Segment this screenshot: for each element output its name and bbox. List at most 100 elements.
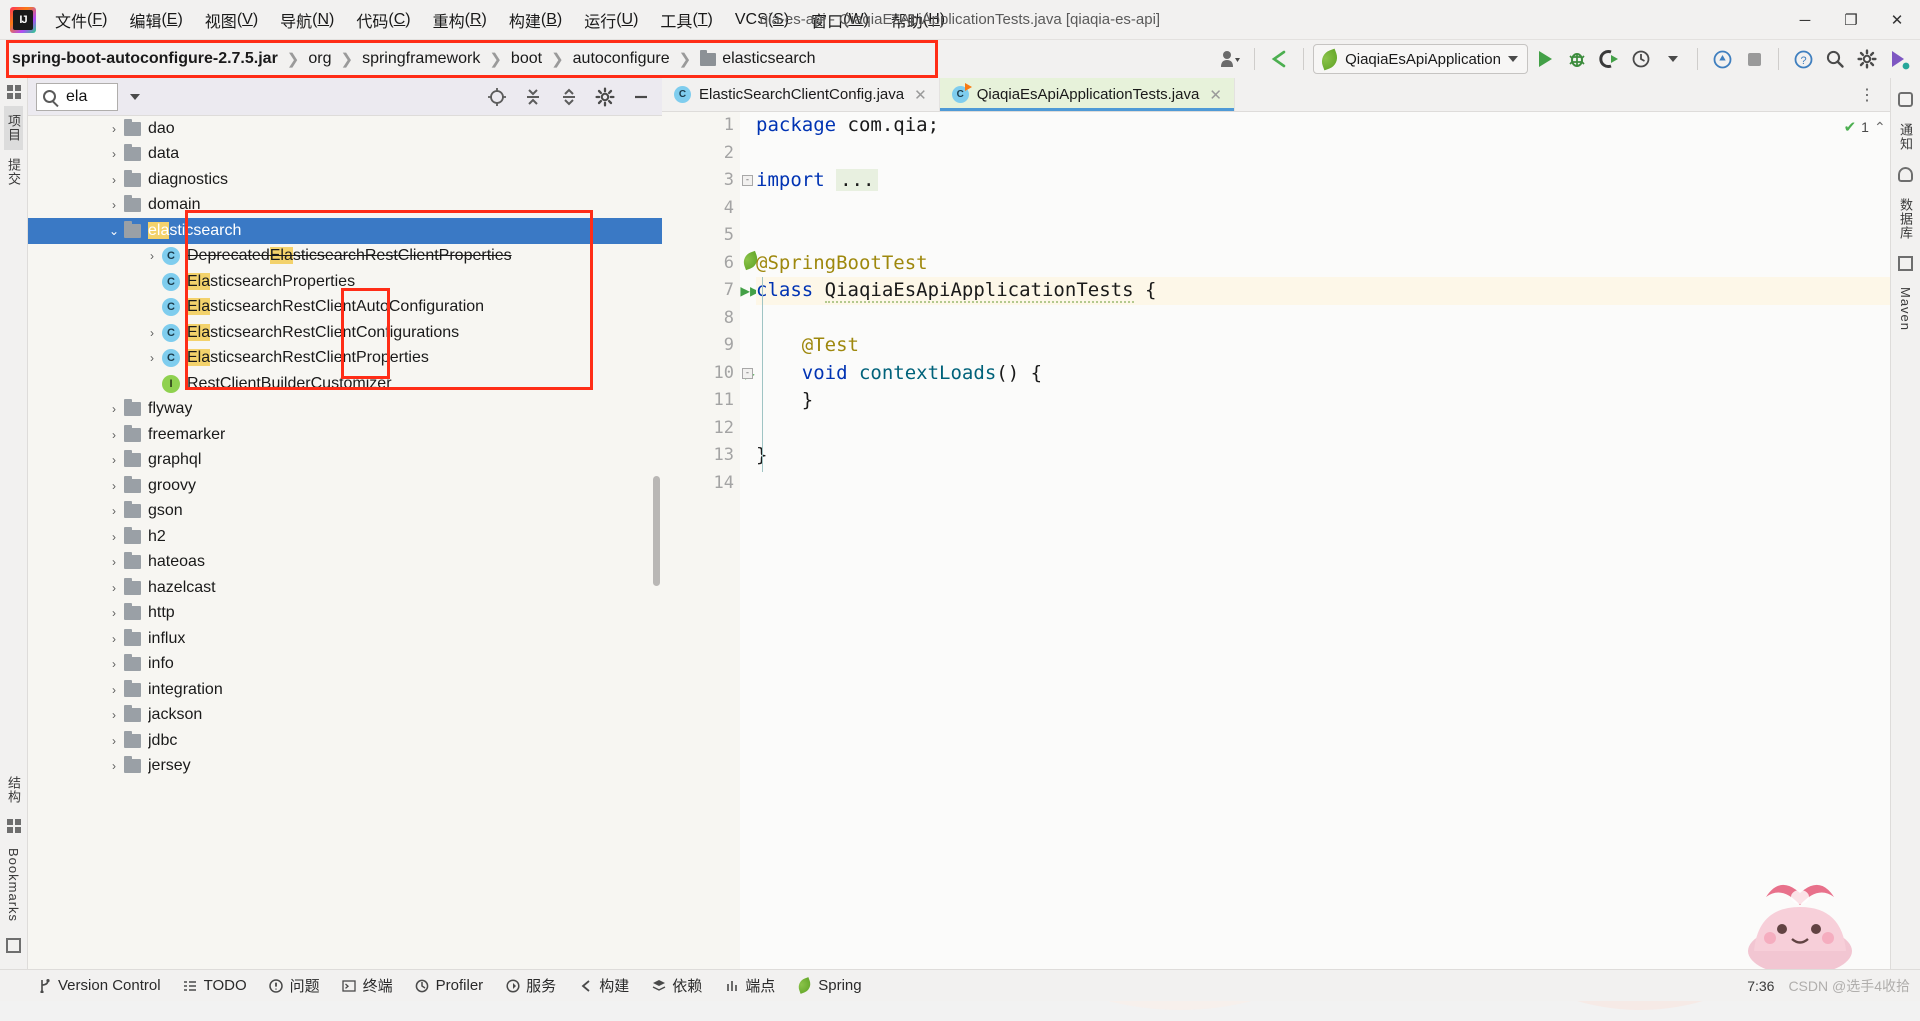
breadcrumb-item-elasticsearch[interactable]: elasticsearch bbox=[696, 49, 819, 68]
tree-row[interactable]: › dao bbox=[28, 116, 662, 142]
update-project-icon[interactable] bbox=[1264, 44, 1294, 74]
bottom-item-spring[interactable]: Spring bbox=[786, 970, 872, 1001]
tree-row[interactable]: › hateoas bbox=[28, 550, 662, 576]
breadcrumb-item-autoconfigure[interactable]: autoconfigure bbox=[569, 50, 674, 68]
tree-row[interactable]: › diagnostics bbox=[28, 167, 662, 193]
tab-qiaqia-es-api-application-tests[interactable]: C QiaqiaEsApiApplicationTests.java ✕ bbox=[939, 78, 1235, 111]
breadcrumb-item-boot[interactable]: boot bbox=[507, 50, 546, 68]
menu-run[interactable]: 运行(U) bbox=[573, 0, 649, 39]
stripe-tab-maven[interactable]: Maven bbox=[1898, 279, 1913, 339]
chevron-right-icon[interactable]: › bbox=[104, 683, 124, 697]
chevron-right-icon[interactable]: › bbox=[104, 581, 124, 595]
project-tree-scroll[interactable]: › dao › data › diagnostics › domain ⌄ elasticsear… bbox=[28, 116, 662, 969]
menu-help[interactable]: 帮助(H) bbox=[880, 0, 956, 39]
tree-row[interactable]: › jackson bbox=[28, 703, 662, 729]
breadcrumb-item-jar[interactable]: spring-boot-autoconfigure-2.7.5.jar bbox=[8, 50, 282, 68]
stripe-tab-project[interactable]: 项目 bbox=[4, 106, 23, 150]
stripe-tab-structure[interactable]: 结构 bbox=[4, 768, 23, 812]
bottom-item-terminal[interactable]: 终端 bbox=[331, 970, 404, 1001]
breadcrumb-item-org[interactable]: org bbox=[304, 50, 335, 68]
search-input[interactable]: ela bbox=[36, 82, 118, 111]
chevron-right-icon[interactable]: › bbox=[104, 428, 124, 442]
menu-build[interactable]: 构建(B) bbox=[498, 0, 573, 39]
code-content[interactable]: package com.qia; - import ... @SpringBootTe… bbox=[740, 112, 1890, 969]
bottom-item-endpoints[interactable]: 端点 bbox=[713, 970, 786, 1001]
tree-row[interactable]: › http bbox=[28, 601, 662, 627]
tree-row[interactable]: I RestClientBuilderCustomizer bbox=[28, 371, 662, 397]
code-fold-toggle-icon[interactable]: - bbox=[742, 367, 753, 379]
chevron-right-icon[interactable]: › bbox=[104, 555, 124, 569]
tree-row[interactable]: › freemarker bbox=[28, 422, 662, 448]
maximize-button[interactable]: ❐ bbox=[1828, 0, 1874, 40]
tree-row[interactable]: C ElasticsearchProperties bbox=[28, 269, 662, 295]
tree-row[interactable]: ⌄ elasticsearch bbox=[28, 218, 662, 244]
chevron-right-icon[interactable]: › bbox=[104, 632, 124, 646]
debug-button[interactable] bbox=[1562, 44, 1592, 74]
close-button[interactable]: ✕ bbox=[1874, 0, 1920, 40]
help-button[interactable]: ? bbox=[1788, 44, 1818, 74]
settings-gear-icon[interactable] bbox=[1852, 44, 1882, 74]
tree-row[interactable]: › influx bbox=[28, 626, 662, 652]
tree-row[interactable]: › data bbox=[28, 142, 662, 168]
tree-row[interactable]: › gson bbox=[28, 499, 662, 525]
scrollbar-thumb[interactable] bbox=[653, 476, 660, 586]
project-tree-scrollbar[interactable] bbox=[652, 116, 662, 969]
database-icon[interactable] bbox=[1898, 167, 1913, 182]
bottom-item-problems[interactable]: 问题 bbox=[258, 970, 331, 1001]
chevron-right-icon[interactable]: › bbox=[142, 351, 162, 365]
menu-tools[interactable]: 工具(T) bbox=[649, 0, 723, 39]
line-number-gutter[interactable]: 1234567▶▶8910▶11121314 bbox=[662, 112, 760, 969]
tree-row[interactable]: › graphql bbox=[28, 448, 662, 474]
editor-tabs-options-icon[interactable]: ⋮ bbox=[1854, 82, 1880, 108]
menu-file[interactable]: 文件(F) bbox=[44, 0, 118, 39]
profiler-dropdown-icon[interactable] bbox=[1658, 44, 1688, 74]
chevron-right-icon[interactable]: › bbox=[104, 734, 124, 748]
tree-row[interactable]: › flyway bbox=[28, 397, 662, 423]
tree-row[interactable]: › C ElasticsearchRestClientConfigurations bbox=[28, 320, 662, 346]
chevron-right-icon[interactable]: › bbox=[104, 530, 124, 544]
tab-elasticsearch-client-config[interactable]: C ElasticSearchClientConfig.java ✕ bbox=[662, 78, 940, 111]
menu-edit[interactable]: 编辑(E) bbox=[118, 0, 193, 39]
bottom-item-version-control[interactable]: Version Control bbox=[26, 970, 172, 1001]
chevron-right-icon[interactable]: › bbox=[104, 657, 124, 671]
bottom-item-profiler[interactable]: Profiler bbox=[404, 970, 495, 1001]
menu-navigate[interactable]: 导航(N) bbox=[269, 0, 345, 39]
run-with-coverage-button[interactable] bbox=[1594, 44, 1624, 74]
profiler-button[interactable] bbox=[1626, 44, 1656, 74]
minimize-button[interactable]: ─ bbox=[1782, 0, 1828, 40]
user-account-icon[interactable] bbox=[1215, 44, 1245, 74]
tree-row[interactable]: › info bbox=[28, 652, 662, 678]
menu-view[interactable]: 视图(V) bbox=[194, 0, 269, 39]
menu-vcs[interactable]: VCS(S) bbox=[724, 0, 800, 39]
chevron-right-icon[interactable]: › bbox=[142, 249, 162, 263]
chevron-right-icon[interactable]: › bbox=[104, 147, 124, 161]
bottom-item-todo[interactable]: TODO bbox=[172, 970, 258, 1001]
chevron-right-icon[interactable]: › bbox=[104, 759, 124, 773]
bottom-item-services[interactable]: 服务 bbox=[494, 970, 567, 1001]
tree-row[interactable]: › h2 bbox=[28, 524, 662, 550]
tree-row[interactable]: › integration bbox=[28, 677, 662, 703]
stripe-tab-database[interactable]: 数据库 bbox=[1896, 190, 1915, 248]
code-fold-toggle-icon[interactable]: - bbox=[742, 175, 753, 186]
chevron-right-icon[interactable]: › bbox=[104, 122, 124, 136]
project-view-icon[interactable] bbox=[6, 85, 21, 99]
notifications-icon[interactable] bbox=[1898, 92, 1913, 107]
tree-row[interactable]: › domain bbox=[28, 193, 662, 219]
locate-icon[interactable] bbox=[484, 84, 510, 110]
chevron-right-icon[interactable]: › bbox=[104, 173, 124, 187]
search-everywhere-icon[interactable] bbox=[1820, 44, 1850, 74]
maven-icon[interactable] bbox=[1898, 256, 1913, 271]
tree-row[interactable]: › groovy bbox=[28, 473, 662, 499]
chevron-right-icon[interactable]: › bbox=[104, 402, 124, 416]
bottom-item-dependencies[interactable]: 依赖 bbox=[640, 970, 713, 1001]
breadcrumb-item-springframework[interactable]: springframework bbox=[358, 50, 484, 68]
code-editor[interactable]: 1234567▶▶8910▶11121314 package com.qia;-… bbox=[662, 112, 1890, 969]
stripe-tab-notifications[interactable]: 通知 bbox=[1896, 115, 1915, 159]
tree-row[interactable]: › hazelcast bbox=[28, 575, 662, 601]
collapse-all-icon[interactable] bbox=[556, 84, 582, 110]
structure-icon[interactable] bbox=[6, 818, 21, 833]
run-button[interactable] bbox=[1530, 44, 1560, 74]
tree-row[interactable]: › C DeprecatedElasticsearchRestClientPrope… bbox=[28, 244, 662, 270]
panel-settings-gear-icon[interactable] bbox=[592, 84, 618, 110]
chevron-right-icon[interactable]: › bbox=[104, 606, 124, 620]
